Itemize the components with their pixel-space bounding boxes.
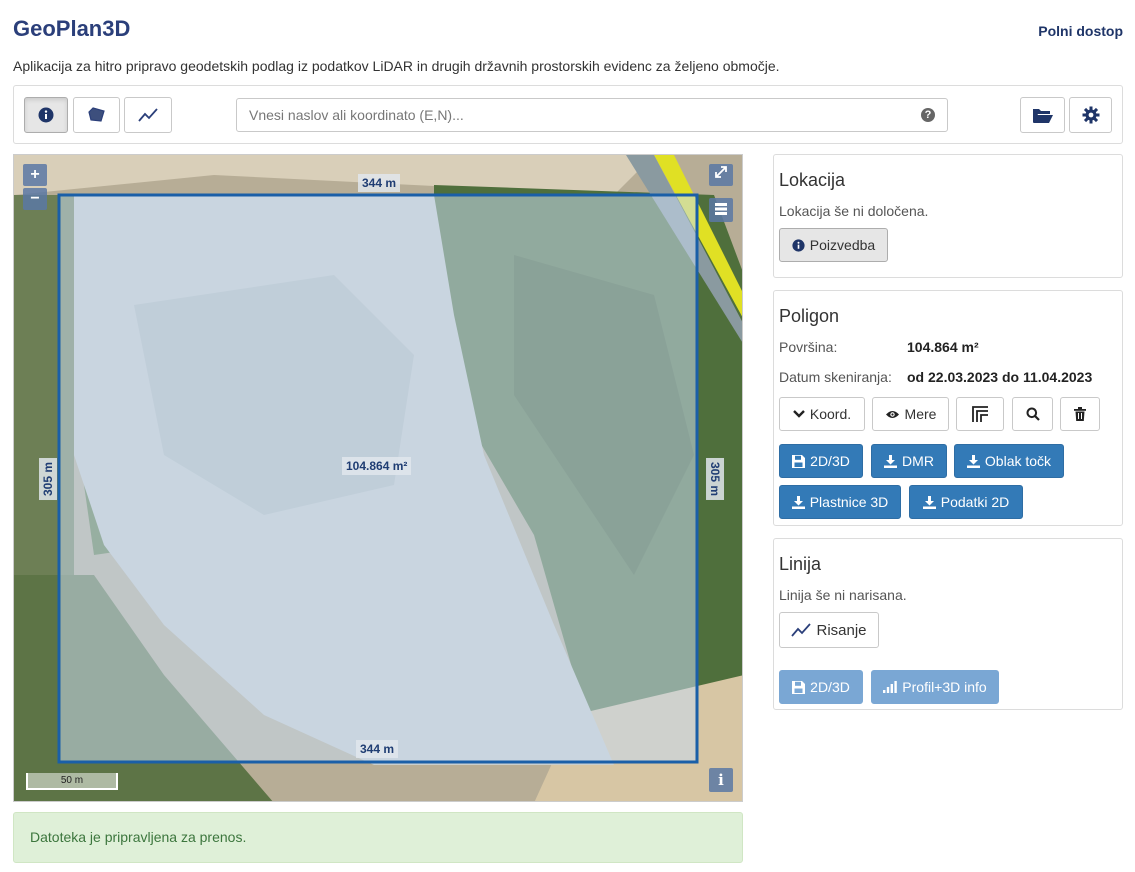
search-icon <box>1026 407 1040 421</box>
line-chart-icon <box>791 622 812 638</box>
measures-button-label: Mere <box>904 406 937 422</box>
map-info-button[interactable]: i <box>709 768 733 792</box>
bottom-length-label: 344 m <box>356 740 399 758</box>
download-icon <box>966 454 980 468</box>
query-button[interactable]: Poizvedba <box>779 228 888 262</box>
gear-icon <box>1082 106 1100 124</box>
zoom-in-button[interactable]: + <box>23 164 47 186</box>
line-panel: Linija Linija še ni narisana. Risanje 2D… <box>773 538 1123 710</box>
contours-3d-download-button[interactable]: Plastnice 3D <box>779 485 901 519</box>
contours-3d-download-label: Plastnice 3D <box>809 494 889 510</box>
info-circle-icon <box>38 107 54 123</box>
area-label: 104.864 m² <box>342 457 412 475</box>
polygon-2d3d-button[interactable]: 2D/3D <box>779 444 863 478</box>
expand-icon <box>714 165 728 179</box>
scan-date-label: Datum skeniranja: <box>779 369 892 385</box>
left-length-label: 305 m <box>39 457 58 501</box>
dmr-download-label: DMR <box>902 453 934 469</box>
scan-date-value: od 22.03.2023 do 11.04.2023 <box>907 369 1093 385</box>
location-status: Lokacija še ni določena. <box>779 203 929 219</box>
save-icon <box>792 454 806 468</box>
settings-button[interactable] <box>1069 97 1112 133</box>
polygon-panel-title: Poligon <box>779 306 840 326</box>
open-file-button[interactable] <box>1020 97 1065 133</box>
search-input[interactable] <box>237 99 947 131</box>
point-cloud-download-button[interactable]: Oblak točk <box>954 444 1064 478</box>
info-mode-button[interactable] <box>24 97 68 133</box>
full-access-link[interactable]: Polni dostop <box>1038 23 1123 39</box>
profile-3d-info-label: Profil+3D info <box>902 679 987 695</box>
eye-icon <box>885 409 900 420</box>
search-box: ? <box>236 98 948 132</box>
line-chart-icon <box>138 107 158 123</box>
scale-bar: 50 m <box>26 773 118 790</box>
download-icon <box>791 495 805 509</box>
profile-3d-info-button[interactable]: Profil+3D info <box>871 670 999 704</box>
trash-icon <box>1074 407 1086 421</box>
draw-line-button[interactable]: Risanje <box>779 612 879 648</box>
area-field-label: Površina: <box>779 339 838 355</box>
layers-icon <box>714 198 728 216</box>
info-circle-icon <box>792 238 805 252</box>
measures-button[interactable]: Mere <box>872 397 949 431</box>
aerial-imagery <box>14 155 742 801</box>
draw-line-label: Risanje <box>816 621 867 639</box>
location-panel: Lokacija Lokacija še ni določena. Poizve… <box>773 154 1123 278</box>
map-view[interactable]: + − 344 m 344 m 305 m 305 m 104.864 m² 5… <box>13 154 743 802</box>
dmr-download-button[interactable]: DMR <box>871 444 947 478</box>
delete-polygon-button[interactable] <box>1060 397 1100 431</box>
folder-open-icon <box>1032 106 1054 124</box>
data-2d-download-label: Podatki 2D <box>940 494 1010 510</box>
signal-bars-icon <box>883 681 898 693</box>
line-2d3d-label: 2D/3D <box>810 679 850 695</box>
polygon-mode-button[interactable] <box>73 97 120 133</box>
polygon-panel: Poligon Površina: 104.864 m² Datum skeni… <box>773 290 1123 526</box>
line-status: Linija še ni narisana. <box>779 587 907 603</box>
outline-button[interactable] <box>956 397 1004 431</box>
polygon-2d3d-label: 2D/3D <box>810 453 850 469</box>
line-panel-title: Linija <box>779 554 822 574</box>
coordinates-button-label: Koord. <box>809 406 852 422</box>
download-icon <box>884 454 898 468</box>
app-description: Aplikacija za hitro pripravo geodetskih … <box>13 58 780 74</box>
save-icon <box>792 680 806 694</box>
zoom-out-button[interactable]: − <box>23 188 47 210</box>
success-alert: Datoteka je pripravljena za prenos. <box>13 812 743 863</box>
zoom-to-polygon-button[interactable] <box>1012 397 1053 431</box>
right-length-label: 305 m <box>706 457 725 501</box>
top-length-label: 344 m <box>358 174 401 192</box>
polygon-icon <box>87 107 106 123</box>
line-mode-button[interactable] <box>124 97 172 133</box>
offset-outline-icon <box>971 405 989 423</box>
toolbar: ? <box>13 85 1123 144</box>
data-2d-download-button[interactable]: Podatki 2D <box>909 485 1023 519</box>
chevron-down-icon <box>793 409 805 419</box>
coordinates-button[interactable]: Koord. <box>779 397 865 431</box>
point-cloud-download-label: Oblak točk <box>984 453 1052 469</box>
download-icon <box>922 495 936 509</box>
layers-button[interactable] <box>709 198 733 222</box>
app-title: GeoPlan3D <box>13 16 131 41</box>
help-icon[interactable]: ? <box>921 108 935 122</box>
location-panel-title: Lokacija <box>779 170 846 190</box>
fullscreen-button[interactable] <box>709 164 733 186</box>
line-2d3d-button[interactable]: 2D/3D <box>779 670 863 704</box>
query-button-label: Poizvedba <box>809 237 876 253</box>
area-value: 104.864 m² <box>907 339 979 355</box>
